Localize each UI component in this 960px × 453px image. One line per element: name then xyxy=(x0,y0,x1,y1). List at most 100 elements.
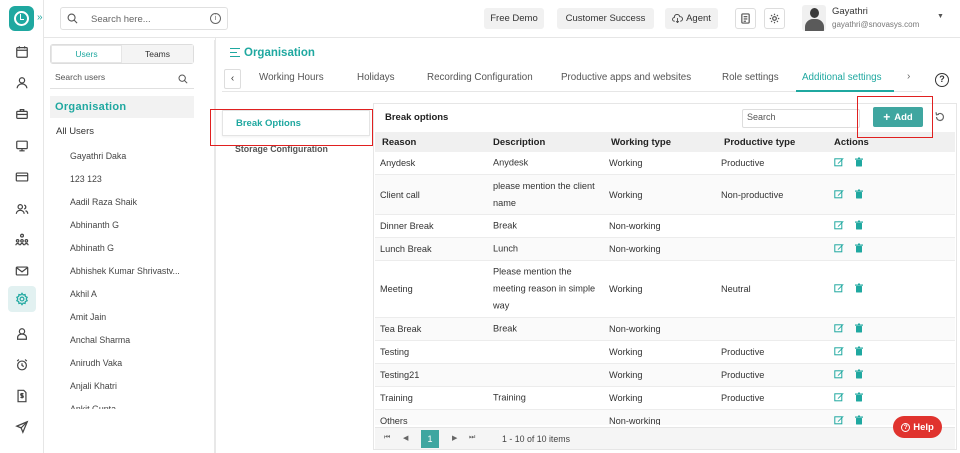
user-list-item[interactable]: Akhil A xyxy=(70,289,200,312)
tab-holidays[interactable]: Holidays xyxy=(357,72,395,83)
team-icon[interactable] xyxy=(12,199,32,219)
delete-icon[interactable] xyxy=(854,369,864,381)
edit-icon[interactable] xyxy=(834,415,844,425)
edit-icon[interactable] xyxy=(834,243,844,255)
next-page-icon[interactable]: ▶ xyxy=(452,434,457,442)
user-list-item[interactable]: Anchal Sharma xyxy=(70,335,200,358)
row-actions xyxy=(834,415,864,425)
user-list-item[interactable]: Anjali Khatri xyxy=(70,381,200,404)
edit-icon[interactable] xyxy=(834,346,844,358)
delete-icon[interactable] xyxy=(854,323,864,335)
tab-working-hours[interactable]: Working Hours xyxy=(259,72,324,83)
employee-icon[interactable] xyxy=(12,324,32,344)
expand-sidebar-icon[interactable]: » xyxy=(37,12,43,23)
customer-success-button[interactable]: Customer Success xyxy=(557,8,654,29)
invoice-icon[interactable] xyxy=(12,386,32,406)
user-list-item[interactable]: Anirudh Vaka xyxy=(70,358,200,381)
organisation-heading[interactable]: Organisation xyxy=(50,96,194,118)
delete-icon[interactable] xyxy=(854,220,864,232)
settings-icon[interactable] xyxy=(8,286,36,312)
avatar[interactable] xyxy=(802,5,826,31)
cell-reason: Training xyxy=(380,393,413,403)
edit-icon[interactable] xyxy=(834,369,844,381)
user-list-item[interactable]: Abhinanth G xyxy=(70,220,200,243)
tab-recording-configuration[interactable]: Recording Configuration xyxy=(427,72,533,83)
user-list-item[interactable]: Gayathri Daka xyxy=(70,151,200,174)
dashboard-calendar-icon[interactable] xyxy=(12,42,32,62)
cell-reason: Others xyxy=(380,416,408,425)
edit-icon[interactable] xyxy=(834,392,844,404)
tabs-next-button[interactable]: › xyxy=(907,71,910,82)
cell-productive-type: Non-productive xyxy=(721,189,784,200)
delete-icon[interactable] xyxy=(854,157,864,169)
cell-working-type: Working xyxy=(609,393,643,403)
first-page-icon[interactable]: ⏮ xyxy=(384,434,390,442)
mail-icon[interactable] xyxy=(12,261,32,281)
add-button[interactable]: + Add xyxy=(873,107,923,127)
edit-icon[interactable] xyxy=(834,220,844,232)
free-demo-button[interactable]: Free Demo xyxy=(484,8,544,29)
help-circle-icon[interactable]: ? xyxy=(935,73,949,87)
cell-working-type: Working xyxy=(609,370,643,380)
edit-icon[interactable] xyxy=(834,189,844,201)
edit-icon[interactable] xyxy=(834,157,844,169)
edit-icon[interactable] xyxy=(834,323,844,335)
col-description[interactable]: Description xyxy=(493,137,545,148)
user-list-item[interactable]: Aadil Raza Shaik xyxy=(70,197,200,220)
settings-button[interactable] xyxy=(764,8,785,29)
tabs-prev-button[interactable]: ‹ xyxy=(224,69,241,89)
alarm-icon[interactable] xyxy=(12,355,32,375)
table-row: Tea Break Break Non-working xyxy=(375,318,955,341)
hierarchy-icon[interactable] xyxy=(12,230,32,250)
user-list-item[interactable]: 123 123 xyxy=(70,174,200,197)
users-search-input[interactable] xyxy=(55,72,165,82)
delete-icon[interactable] xyxy=(854,392,864,404)
user-list-item[interactable]: Ankit Gupta xyxy=(70,404,200,409)
send-icon[interactable] xyxy=(12,417,32,437)
break-search-input[interactable] xyxy=(747,112,855,122)
delete-icon[interactable] xyxy=(854,346,864,358)
user-list-item[interactable]: Amit Jain xyxy=(70,312,200,335)
help-button[interactable]: ? Help xyxy=(893,416,942,438)
monitor-icon[interactable] xyxy=(12,136,32,156)
user-name[interactable]: Gayathri xyxy=(832,6,868,17)
additional-settings-subnav: Break Options Storage Configuration xyxy=(222,110,370,158)
delete-icon[interactable] xyxy=(854,415,864,425)
app-logo[interactable] xyxy=(9,6,34,31)
user-list-item[interactable]: Abhishek Kumar Shrivastv... xyxy=(70,266,200,289)
tab-users[interactable]: Users xyxy=(51,45,122,63)
refresh-icon[interactable] xyxy=(934,111,946,123)
delete-icon[interactable] xyxy=(854,283,864,295)
menu-icon[interactable] xyxy=(230,48,240,57)
global-search-input[interactable] xyxy=(91,11,201,27)
prev-page-icon[interactable]: ◀ xyxy=(403,434,408,442)
all-users-link[interactable]: All Users xyxy=(56,126,94,137)
info-icon[interactable]: i xyxy=(210,13,221,24)
last-page-icon[interactable]: ⏭ xyxy=(469,434,475,442)
subnav-break-options[interactable]: Break Options xyxy=(222,110,370,136)
delete-icon[interactable] xyxy=(854,189,864,201)
panel-scrollbar[interactable] xyxy=(214,40,216,453)
user-icon[interactable] xyxy=(12,73,32,93)
col-reason[interactable]: Reason xyxy=(382,137,416,148)
tab-role-settings[interactable]: Role settings xyxy=(722,72,779,83)
user-list-item[interactable]: Abhinath G xyxy=(70,243,200,266)
current-page[interactable]: 1 xyxy=(421,430,439,448)
tab-productive-apps[interactable]: Productive apps and websites xyxy=(561,72,691,83)
agent-label: Agent xyxy=(686,13,711,24)
card-icon[interactable] xyxy=(12,167,32,187)
tab-additional-settings[interactable]: Additional settings xyxy=(802,72,882,83)
col-productive-type[interactable]: Productive type xyxy=(724,137,795,148)
tab-teams[interactable]: Teams xyxy=(122,45,193,63)
briefcase-icon[interactable] xyxy=(12,104,32,124)
edit-icon[interactable] xyxy=(834,283,844,295)
agent-button[interactable]: Agent xyxy=(665,8,718,29)
subnav-storage-configuration[interactable]: Storage Configuration xyxy=(222,136,370,158)
report-button[interactable] xyxy=(735,8,756,29)
active-tab-indicator xyxy=(796,90,894,92)
row-actions xyxy=(834,369,864,381)
user-menu-caret-icon[interactable]: ▼ xyxy=(937,13,944,20)
search-icon[interactable] xyxy=(178,74,188,84)
col-working-type[interactable]: Working type xyxy=(611,137,671,148)
delete-icon[interactable] xyxy=(854,243,864,255)
